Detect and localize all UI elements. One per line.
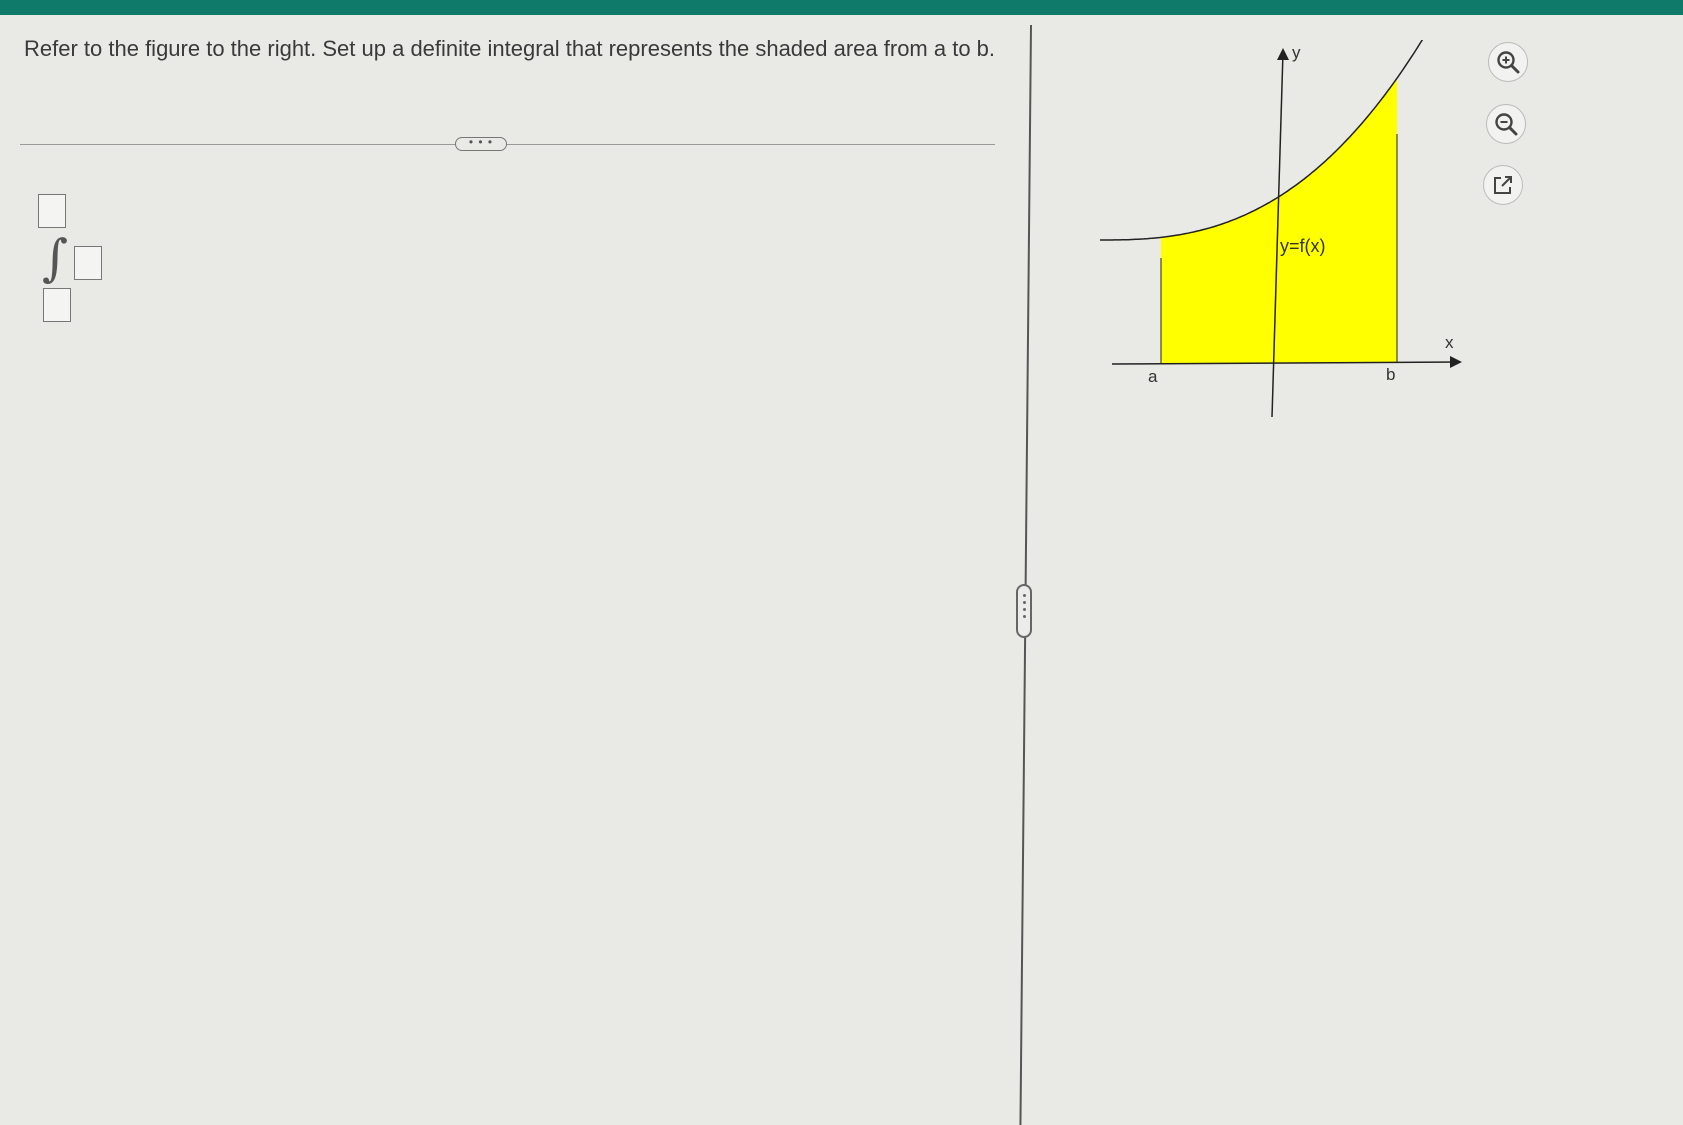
y-axis-label: y [1292,43,1301,62]
upper-limit-input[interactable] [38,194,66,228]
external-link-icon [1494,176,1512,194]
definite-integral-answer: ∫ [36,192,116,327]
area-figure: y x y=f(x) a b [1100,40,1462,418]
show-more-button[interactable]: • • • [455,136,507,151]
question-text: Refer to the figure to the right. Set up… [24,36,996,61]
a-label: a [1148,367,1158,386]
curve-label: y=f(x) [1280,236,1326,256]
zoom-out-icon [1495,113,1518,136]
shaded-area [1161,78,1397,363]
zoom-in-button[interactable] [1488,42,1528,82]
b-label: b [1386,365,1395,384]
zoom-out-button[interactable] [1486,104,1526,144]
lower-limit-input[interactable] [43,288,71,322]
section-separator [20,144,995,145]
zoom-in-icon [1497,51,1520,74]
y-axis-arrow [1277,48,1289,60]
question-pane [0,15,1025,1125]
integral-sign: ∫ [42,229,69,287]
popout-button[interactable] [1483,165,1523,205]
pane-resize-handle[interactable] [1016,584,1032,638]
integrand-input[interactable] [74,246,102,280]
x-axis-arrow [1450,356,1462,368]
x-axis-label: x [1445,333,1454,352]
top-header-bar [0,0,1683,15]
